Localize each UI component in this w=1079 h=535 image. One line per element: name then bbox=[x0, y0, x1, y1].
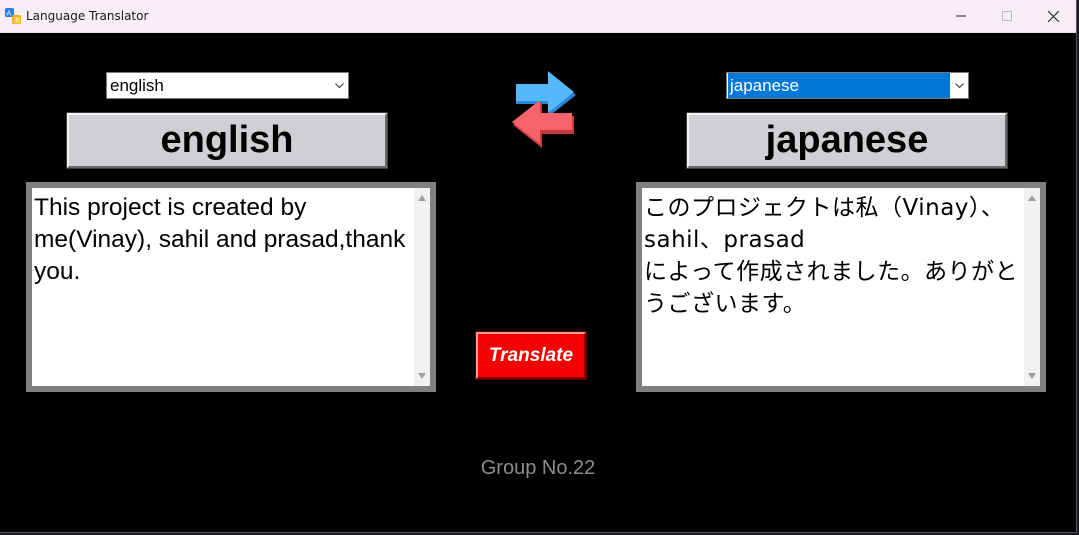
translate-app-icon: A あ bbox=[5, 8, 21, 24]
target-language-label: japanese bbox=[686, 112, 1008, 169]
minimize-button[interactable] bbox=[938, 0, 984, 32]
scroll-up-icon[interactable] bbox=[417, 194, 427, 202]
close-icon bbox=[1047, 10, 1059, 22]
scroll-up-icon[interactable] bbox=[1027, 194, 1037, 202]
target-text[interactable]: このプロジェクトは私（Vinay）、sahil、prasad によって作成されま… bbox=[644, 192, 1022, 386]
maximize-icon bbox=[1002, 11, 1012, 21]
target-text-area[interactable]: このプロジェクトは私（Vinay）、sahil、prasad によって作成されま… bbox=[636, 182, 1046, 392]
source-text-area[interactable]: This project is created by me(Vinay), sa… bbox=[26, 182, 436, 392]
title-bar: A あ Language Translator bbox=[0, 0, 1076, 33]
group-label: Group No.22 bbox=[480, 457, 596, 479]
chevron-down-icon[interactable] bbox=[330, 73, 348, 98]
target-language-value: japanese bbox=[728, 73, 968, 98]
svg-text:A: A bbox=[7, 10, 12, 18]
source-scrollbar[interactable] bbox=[414, 188, 430, 386]
scroll-down-icon[interactable] bbox=[417, 372, 427, 380]
svg-text:あ: あ bbox=[14, 17, 21, 25]
source-text[interactable]: This project is created by me(Vinay), sa… bbox=[34, 192, 412, 386]
app-window: A あ Language Translator english japanese… bbox=[0, 0, 1077, 533]
minimize-icon bbox=[956, 15, 966, 17]
target-scrollbar[interactable] bbox=[1024, 188, 1040, 386]
swap-arrows-icon[interactable] bbox=[506, 68, 584, 150]
scroll-down-icon[interactable] bbox=[1027, 372, 1037, 380]
source-language-select[interactable]: english bbox=[106, 72, 349, 99]
chevron-down-icon[interactable] bbox=[950, 73, 968, 98]
maximize-button[interactable] bbox=[984, 0, 1030, 32]
source-language-value: english bbox=[110, 76, 164, 95]
target-language-select[interactable]: japanese bbox=[726, 72, 969, 99]
close-button[interactable] bbox=[1030, 0, 1076, 32]
translate-button[interactable]: Translate bbox=[475, 331, 587, 380]
source-language-label: english bbox=[66, 112, 388, 169]
window-title: Language Translator bbox=[26, 9, 149, 23]
